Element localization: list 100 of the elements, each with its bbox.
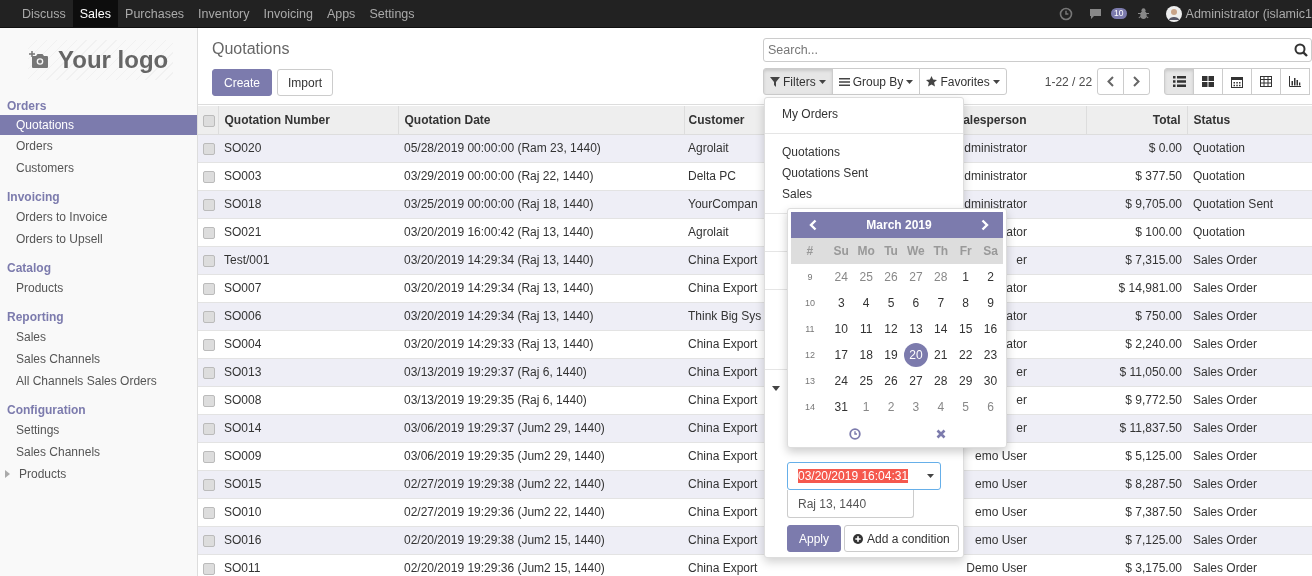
calendar-day[interactable]: 12 [879,317,903,341]
row-checkbox[interactable] [203,142,215,155]
column-header[interactable]: Quotation Number [224,112,330,127]
app-menu-item[interactable]: Purchases [118,0,192,27]
app-menu-item[interactable]: Settings [362,0,422,27]
calendar-day[interactable]: 11 [854,317,879,341]
clock-icon[interactable] [848,428,861,440]
sidebar-item[interactable]: Sales Channels [0,441,197,463]
app-menu-item[interactable]: Invoicing [256,0,320,27]
column-header[interactable]: alesperson [963,112,1027,127]
sidebar-item[interactable]: Customers [0,157,197,179]
row-checkbox[interactable] [203,338,215,351]
sidebar-item[interactable]: Orders to Invoice [0,206,197,228]
list-view-button[interactable] [1164,68,1195,95]
calendar-day[interactable]: 7 [928,291,953,315]
row-checkbox[interactable] [203,226,215,239]
logo-placeholder[interactable]: Your logo [28,40,173,80]
apply-button[interactable]: Apply [787,525,842,552]
calendar-day[interactable]: 3 [829,291,854,315]
row-checkbox[interactable] [203,198,215,211]
calendar-day[interactable]: 27 [903,265,928,289]
add-condition-button[interactable]: Add a condition [844,525,959,552]
calendar-view-button[interactable] [1222,68,1253,95]
calendar-day[interactable]: 10 [829,317,854,341]
calendar-day[interactable]: 9 [978,291,1003,315]
sidebar-item[interactable]: Orders to Upsell [0,228,197,250]
calendar-day[interactable]: 16 [978,317,1003,341]
column-header[interactable]: Status [1193,112,1231,127]
calendar-day[interactable]: 5 [953,395,978,419]
sidebar-item[interactable]: Products [15,463,71,485]
caret-icon[interactable] [927,474,934,478]
calendar-day[interactable]: 25 [854,265,879,289]
row-checkbox[interactable] [203,394,215,407]
favorites-button[interactable]: Favorites [919,68,1007,95]
calendar-day[interactable]: 2 [879,395,903,419]
calendar-day[interactable]: 1 [953,265,978,289]
calendar-day[interactable]: 30 [978,369,1003,393]
filter-option[interactable]: Sales [765,184,963,205]
row-checkbox[interactable] [203,534,215,547]
calendar-day[interactable]: 1 [854,395,879,419]
calendar-day[interactable]: 26 [879,369,903,393]
bug-icon[interactable] [1136,7,1150,20]
graph-view-button[interactable] [1280,68,1311,95]
row-checkbox[interactable] [203,170,215,183]
calendar-day[interactable]: 27 [903,369,928,393]
calendar-day[interactable]: 20 [903,343,928,367]
next-button[interactable] [1123,68,1151,95]
sidebar-item[interactable]: Quotations [0,115,197,135]
search-field[interactable]: Search... [763,38,1312,62]
calendar-day[interactable]: 6 [978,395,1003,419]
create-button[interactable]: Create [212,69,273,96]
calendar-day[interactable]: 18 [854,343,879,367]
calendar-day[interactable]: 13 [903,317,928,341]
row-checkbox[interactable] [203,506,215,519]
calendar-day[interactable]: 6 [903,291,928,315]
filter-option[interactable]: Quotations [765,142,963,163]
app-menu-item[interactable]: Inventory [191,0,257,27]
calendar-day[interactable]: 15 [953,317,978,341]
sidebar-item[interactable]: Sales Channels [0,348,197,370]
user-name[interactable]: Administrator (islamic1 [1185,6,1312,21]
search-icon[interactable] [1294,43,1308,57]
chat-icon[interactable] [1089,7,1103,20]
calendar-day[interactable]: 5 [879,291,903,315]
avatar[interactable] [1165,5,1182,22]
calendar-day[interactable]: 17 [829,343,854,367]
clock-icon[interactable] [1059,6,1074,21]
sidebar-item[interactable]: All Channels Sales Orders [0,370,197,392]
import-button[interactable]: Import [277,69,334,96]
row-checkbox[interactable] [203,310,215,323]
filter-option[interactable]: Quotations Sent [765,163,963,184]
row-checkbox[interactable] [203,366,215,379]
row-checkbox[interactable] [203,562,215,575]
row-checkbox[interactable] [203,422,215,435]
previous-button[interactable] [1097,68,1125,95]
next-month-button[interactable] [981,219,989,231]
sidebar-item[interactable]: Sales [0,326,197,348]
select-all-checkbox[interactable] [203,114,215,127]
calendar-day[interactable]: 25 [854,369,879,393]
row-checkbox[interactable] [203,450,215,463]
calendar-day[interactable]: 4 [928,395,953,419]
calendar-day[interactable]: 28 [928,369,953,393]
row-checkbox[interactable] [203,282,215,295]
row-checkbox[interactable] [203,254,215,267]
calendar-day[interactable]: 8 [953,291,978,315]
calendar-day[interactable]: 14 [928,317,953,341]
app-menu-item[interactable]: Sales [72,0,119,27]
hijri-date-field[interactable]: Raj 13, 1440 [787,490,914,518]
month-title[interactable]: March 2019 [866,218,932,232]
calendar-day[interactable]: 31 [829,395,854,419]
calendar-day[interactable]: 22 [953,343,978,367]
pivot-view-button[interactable] [1251,68,1282,95]
calendar-day[interactable]: 28 [928,265,953,289]
column-header[interactable]: Quotation Date [404,112,491,127]
calendar-day[interactable]: 24 [829,369,854,393]
filter-option[interactable]: My Orders [765,104,963,125]
calendar-day[interactable]: 29 [953,369,978,393]
filters-button[interactable]: Filters [763,68,833,95]
previous-month-button[interactable] [809,219,817,231]
group-by-button[interactable]: Group By [831,68,921,95]
calendar-day[interactable]: 21 [928,343,953,367]
